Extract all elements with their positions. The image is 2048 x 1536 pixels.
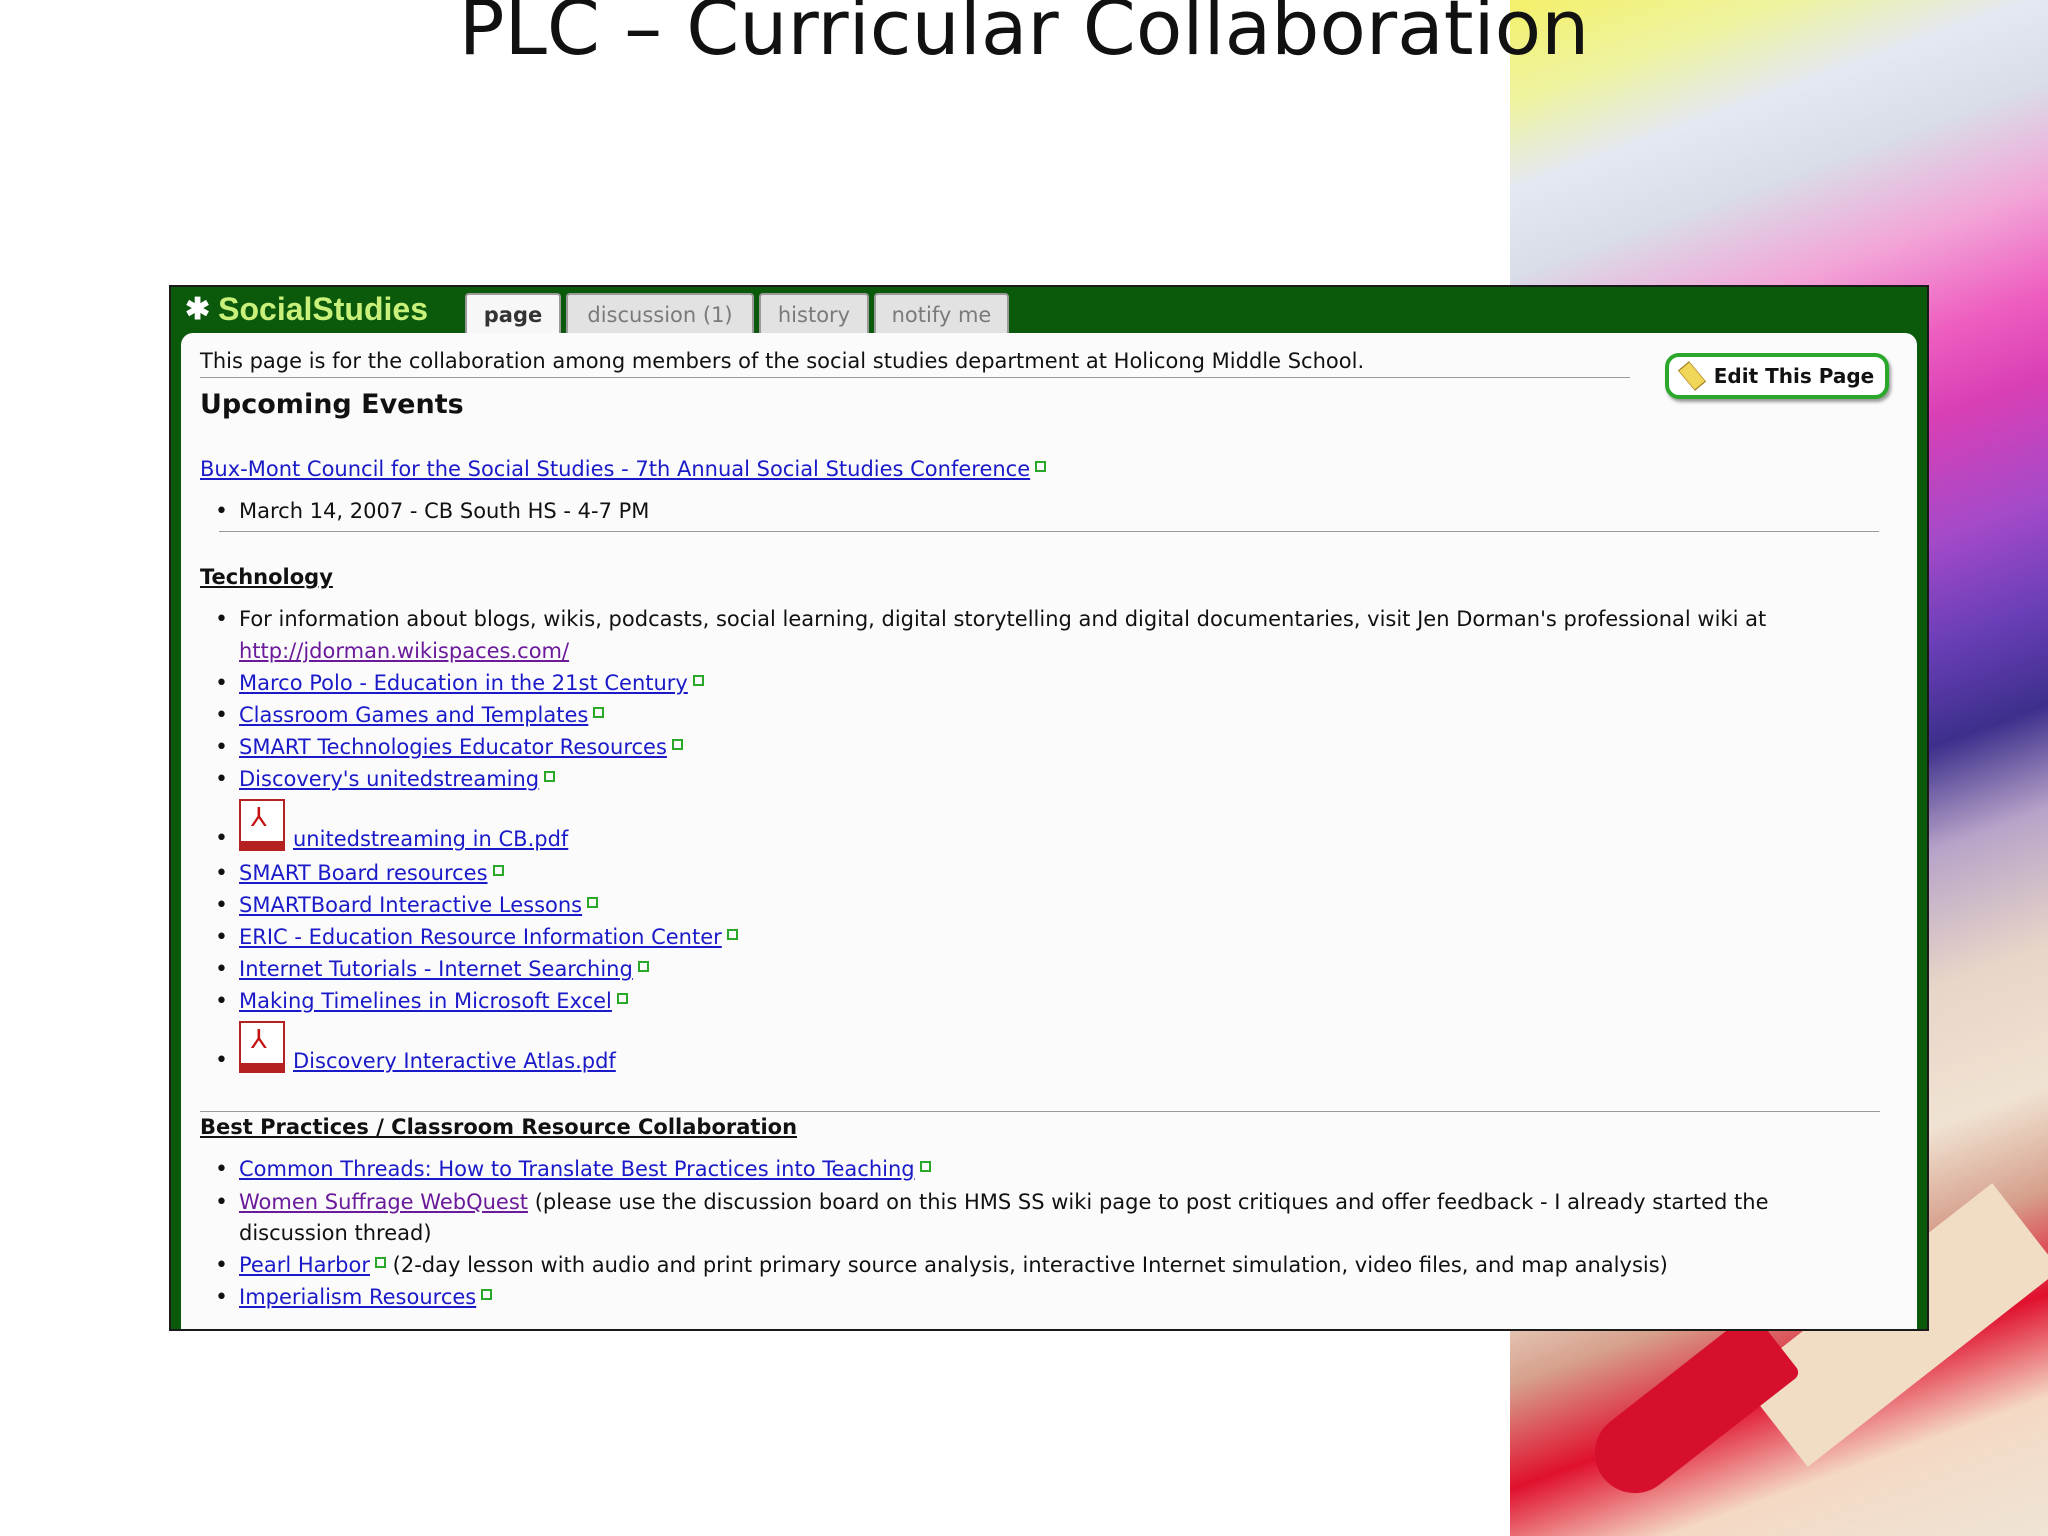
unitedstreaming-pdf-link[interactable]: unitedstreaming in CB.pdf <box>293 827 568 851</box>
classroom-games-link[interactable]: Classroom Games and Templates <box>239 703 588 727</box>
divider <box>200 377 1630 378</box>
list-item: Discovery's unitedstreaming <box>215 767 556 792</box>
marco-polo-link[interactable]: Marco Polo - Education in the 21st Centu… <box>239 671 688 695</box>
external-link-icon <box>374 1257 386 1268</box>
internet-tutorials-link[interactable]: Internet Tutorials - Internet Searching <box>239 957 633 981</box>
external-link-icon <box>637 961 649 972</box>
tab-notify-me[interactable]: notify me <box>874 293 1009 333</box>
list-item: SMART Technologies Educator Resources <box>215 735 683 760</box>
intro-text: This page is for the collaboration among… <box>200 349 1365 373</box>
list-item: Common Threads: How to Translate Best Pr… <box>215 1157 931 1182</box>
list-item: Discovery Interactive Atlas.pdf <box>215 1021 616 1073</box>
smart-board-resources-link[interactable]: SMART Board resources <box>239 861 488 885</box>
timelines-excel-link[interactable]: Making Timelines in Microsoft Excel <box>239 989 612 1013</box>
technology-info-text: For information about blogs, wikis, podc… <box>215 607 1766 632</box>
list-item: SMARTBoard Interactive Lessons <box>215 893 599 918</box>
list-item: Classroom Games and Templates <box>215 703 605 728</box>
wiki-header: ✱ SocialStudies page discussion (1) hist… <box>171 287 1927 333</box>
list-item: Internet Tutorials - Internet Searching <box>215 957 649 982</box>
pencil-icon <box>1677 361 1706 391</box>
list-item: Marco Polo - Education in the 21st Centu… <box>215 671 704 696</box>
wiki-brand[interactable]: ✱ SocialStudies <box>185 291 428 328</box>
list-item: unitedstreaming in CB.pdf <box>215 799 568 851</box>
external-link-icon <box>692 675 704 686</box>
list-item: Pearl Harbor (2-day lesson with audio an… <box>215 1253 1668 1278</box>
wiki-content: This page is for the collaboration among… <box>181 333 1917 1329</box>
edit-page-button[interactable]: Edit This Page <box>1665 353 1889 399</box>
pdf-icon <box>239 1021 285 1073</box>
women-suffrage-note: (please use the discussion board on this… <box>534 1190 1769 1214</box>
technology-heading: Technology <box>200 565 333 589</box>
best-practices-heading: Best Practices / Classroom Resource Coll… <box>200 1115 798 1139</box>
external-link-icon <box>1035 461 1047 472</box>
pearl-harbor-note: (2-day lesson with audio and print prima… <box>392 1253 1668 1277</box>
smart-technologies-link[interactable]: SMART Technologies Educator Resources <box>239 735 667 759</box>
pearl-harbor-link[interactable]: Pearl Harbor <box>239 1253 370 1277</box>
tab-discussion[interactable]: discussion (1) <box>566 293 754 333</box>
tab-page[interactable]: page <box>465 293 561 333</box>
divider <box>219 531 1879 532</box>
smartboard-lessons-link[interactable]: SMARTBoard Interactive Lessons <box>239 893 582 917</box>
list-item: ERIC - Education Resource Information Ce… <box>215 925 738 950</box>
slide-title: PLC – Curricular Collaboration <box>458 0 1590 72</box>
star-icon: ✱ <box>185 293 211 326</box>
tab-history[interactable]: history <box>759 293 869 333</box>
list-item: Women Suffrage WebQuest (please use the … <box>215 1190 1769 1215</box>
list-item: Imperialism Resources <box>215 1285 493 1310</box>
external-link-icon <box>587 897 599 908</box>
technology-info-link-row: http://jdorman.wikispaces.com/ <box>239 639 569 663</box>
external-link-icon <box>919 1161 931 1172</box>
bux-mont-conference-link[interactable]: Bux-Mont Council for the Social Studies … <box>200 457 1030 481</box>
interactive-atlas-pdf-link[interactable]: Discovery Interactive Atlas.pdf <box>293 1049 616 1073</box>
external-link-icon <box>544 771 556 782</box>
wiki-screenshot: ✱ SocialStudies page discussion (1) hist… <box>169 285 1929 1331</box>
unitedstreaming-link[interactable]: Discovery's unitedstreaming <box>239 767 539 791</box>
list-item: SMART Board resources <box>215 861 504 886</box>
external-link-icon <box>492 865 504 876</box>
external-link-icon <box>481 1289 493 1300</box>
divider <box>200 1111 1880 1112</box>
upcoming-events-heading: Upcoming Events <box>200 389 464 420</box>
list-item: Making Timelines in Microsoft Excel <box>215 989 628 1014</box>
women-suffrage-note-cont: discussion thread) <box>239 1221 432 1245</box>
upcoming-event-detail: March 14, 2007 - CB South HS - 4-7 PM <box>215 499 649 524</box>
external-link-icon <box>593 707 605 718</box>
common-threads-link[interactable]: Common Threads: How to Translate Best Pr… <box>239 1157 915 1181</box>
jdorman-wiki-link[interactable]: http://jdorman.wikispaces.com/ <box>239 639 569 663</box>
pdf-icon <box>239 799 285 851</box>
women-suffrage-link[interactable]: Women Suffrage WebQuest <box>239 1190 528 1214</box>
eric-link[interactable]: ERIC - Education Resource Information Ce… <box>239 925 722 949</box>
wiki-brand-label: SocialStudies <box>218 291 428 327</box>
external-link-icon <box>616 993 628 1004</box>
external-link-icon <box>726 929 738 940</box>
upcoming-link-row: Bux-Mont Council for the Social Studies … <box>200 457 1047 481</box>
external-link-icon <box>671 739 683 750</box>
imperialism-resources-link[interactable]: Imperialism Resources <box>239 1285 476 1309</box>
edit-page-label: Edit This Page <box>1713 364 1875 388</box>
